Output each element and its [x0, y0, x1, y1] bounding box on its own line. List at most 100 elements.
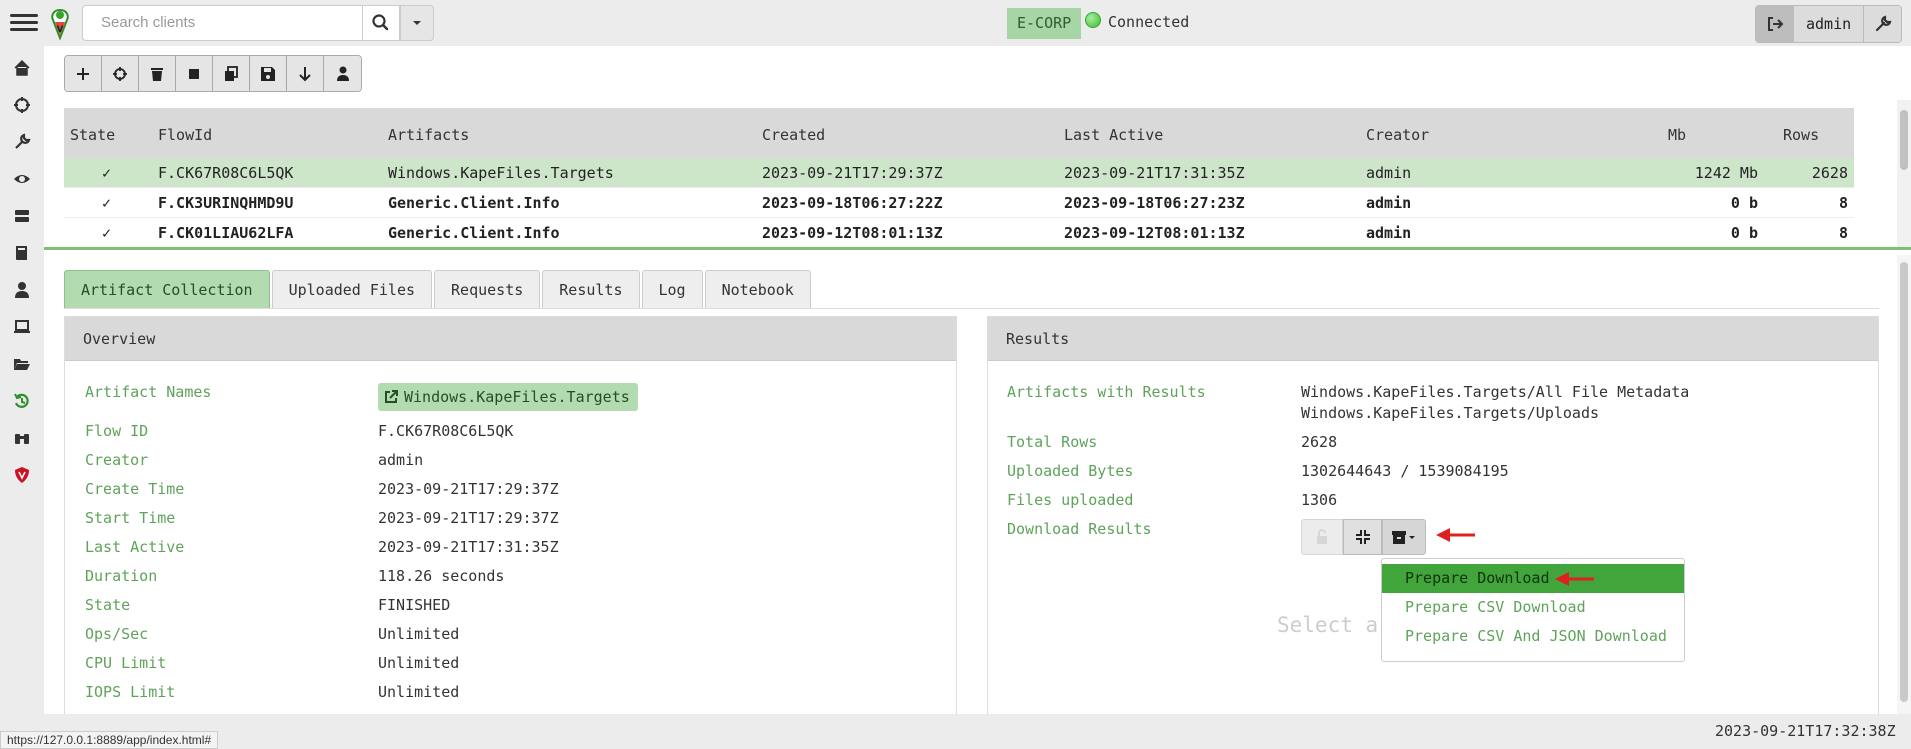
last-active-label: Last Active — [85, 538, 185, 556]
crosshairs-icon[interactable] — [12, 95, 32, 115]
col-rows[interactable]: Rows — [1783, 126, 1819, 144]
tab-uploaded-files[interactable]: Uploaded Files — [271, 270, 433, 308]
tab-log[interactable]: Log — [641, 270, 703, 308]
total-rows-value: 2628 — [1301, 433, 1338, 451]
logout-button[interactable] — [1756, 6, 1794, 42]
flow-detail-tabs: Artifact Collection Uploaded Files Reque… — [64, 270, 813, 308]
user-button[interactable] — [324, 56, 361, 91]
download-button[interactable] — [287, 56, 324, 91]
artifacts-with-results-label: Artifacts with Results — [1007, 383, 1206, 401]
crosshairs-icon — [113, 66, 127, 81]
plus-icon — [77, 67, 89, 80]
overview-title: Overview — [65, 317, 956, 361]
search-options-dropdown[interactable] — [400, 5, 434, 41]
user-settings-button[interactable] — [1863, 6, 1902, 42]
col-creator[interactable]: Creator — [1366, 126, 1429, 144]
laptop-icon[interactable] — [12, 317, 32, 337]
binoculars-icon[interactable] — [12, 428, 32, 448]
iops-limit-label: IOPS Limit — [85, 683, 176, 701]
col-mb[interactable]: Mb — [1668, 126, 1686, 144]
start-time-value: 2023-09-21T17:29:37Z — [378, 509, 559, 527]
top-navbar: V Search clients E-CORP Connected admin — [0, 0, 1911, 46]
flows-scrollbar-thumb[interactable] — [1900, 110, 1908, 170]
user-icon[interactable] — [12, 280, 32, 300]
search-input[interactable]: Search clients — [82, 5, 362, 41]
velociraptor-logo[interactable]: V — [48, 8, 72, 41]
sign-out-icon — [1768, 17, 1784, 31]
row-created: 2023-09-18T06:27:22Z — [762, 194, 943, 212]
folder-open-icon[interactable] — [12, 354, 32, 374]
col-state[interactable]: State — [70, 126, 115, 144]
floppy-icon — [261, 66, 275, 81]
uploaded-bytes-value: 1302644643 / 1539084195 — [1301, 462, 1509, 480]
hunt-button[interactable] — [102, 56, 139, 91]
tab-requests[interactable]: Requests — [434, 270, 541, 308]
col-created[interactable]: Created — [762, 126, 825, 144]
shield-icon[interactable] — [12, 465, 32, 485]
unlock-button[interactable] — [1301, 519, 1343, 555]
delete-button[interactable] — [139, 56, 176, 91]
pane-splitter[interactable] — [44, 247, 1911, 250]
prepare-download-item[interactable]: Prepare Download — [1382, 564, 1684, 593]
table-row[interactable]: ✓ F.CK3URINQHMD9U Generic.Client.Info 20… — [64, 188, 1854, 218]
row-creator: admin — [1366, 224, 1412, 242]
flow-id-label: Flow ID — [85, 422, 149, 440]
hamburger-menu-icon[interactable] — [10, 10, 38, 36]
history-icon[interactable] — [12, 391, 32, 411]
row-flowid: F.CK01LIAU62LFA — [158, 224, 294, 242]
prepare-csv-download-item[interactable]: Prepare CSV Download — [1382, 593, 1684, 622]
table-row[interactable]: ✓ F.CK67R08C6L5QK Windows.KapeFiles.Targ… — [64, 158, 1854, 188]
server-time: 2023-09-21T17:32:38Z — [1715, 722, 1896, 740]
stop-icon — [189, 68, 199, 79]
files-uploaded-value: 1306 — [1301, 491, 1338, 509]
prepare-csv-json-download-item[interactable]: Prepare CSV And JSON Download — [1382, 622, 1684, 651]
artifact-result-link[interactable]: Windows.KapeFiles.Targets/Uploads — [1301, 404, 1599, 422]
artifact-names-label: Artifact Names — [85, 383, 212, 401]
wrench-icon[interactable] — [12, 132, 32, 152]
flow-id-value: F.CK67R08C6L5QK — [378, 422, 514, 440]
book-icon[interactable] — [12, 243, 32, 263]
artifact-result-link[interactable]: Windows.KapeFiles.Targets/All File Metad… — [1301, 383, 1689, 401]
save-button[interactable] — [250, 56, 287, 91]
uploaded-bytes-label: Uploaded Bytes — [1007, 462, 1134, 480]
download-button-group — [1301, 519, 1426, 555]
connection-status-icon — [1085, 12, 1101, 28]
tab-artifact-collection[interactable]: Artifact Collection — [64, 270, 270, 308]
server-icon[interactable] — [12, 206, 32, 226]
page-scrollbar-thumb[interactable] — [1900, 262, 1908, 702]
duration-label: Duration — [85, 567, 158, 585]
lock-open-icon — [1317, 529, 1327, 544]
iops-limit-value: Unlimited — [378, 683, 460, 701]
link-preview-url: https://127.0.0.1:8889/app/index.html# — [0, 731, 219, 749]
artifact-link-label: Windows.KapeFiles.Targets — [404, 388, 630, 406]
col-artifacts[interactable]: Artifacts — [388, 126, 469, 144]
flow-toolbar — [64, 55, 362, 92]
connection-status: Connected — [1108, 13, 1190, 31]
col-flowid[interactable]: FlowId — [158, 126, 212, 144]
eye-icon[interactable] — [12, 169, 32, 189]
trash-icon — [151, 67, 163, 81]
ops-sec-label: Ops/Sec — [85, 625, 149, 643]
creator-label: Creator — [85, 451, 149, 469]
compress-button[interactable] — [1343, 519, 1382, 555]
tab-results[interactable]: Results — [542, 270, 640, 308]
row-state: ✓ — [102, 194, 112, 212]
create-time-label: Create Time — [85, 480, 185, 498]
table-row[interactable]: ✓ F.CK01LIAU62LFA Generic.Client.Info 20… — [64, 218, 1854, 248]
archive-dropdown-button[interactable] — [1382, 519, 1426, 555]
org-badge[interactable]: E-CORP — [1007, 8, 1082, 39]
home-icon[interactable] — [12, 58, 32, 78]
new-collection-button[interactable] — [65, 56, 102, 91]
artifact-link-button[interactable]: Windows.KapeFiles.Targets — [378, 383, 638, 411]
col-last-active[interactable]: Last Active — [1064, 126, 1163, 144]
username-button[interactable]: admin — [1794, 6, 1864, 42]
search-button[interactable] — [362, 5, 400, 41]
copy-button[interactable] — [213, 56, 250, 91]
row-creator: admin — [1366, 164, 1412, 182]
tab-notebook[interactable]: Notebook — [704, 270, 811, 308]
last-active-value: 2023-09-21T17:31:35Z — [378, 538, 559, 556]
stop-button[interactable] — [176, 56, 213, 91]
compress-icon — [1355, 530, 1370, 544]
row-last-active: 2023-09-18T06:27:23Z — [1064, 194, 1245, 212]
row-mb: 0 b — [1730, 194, 1758, 212]
